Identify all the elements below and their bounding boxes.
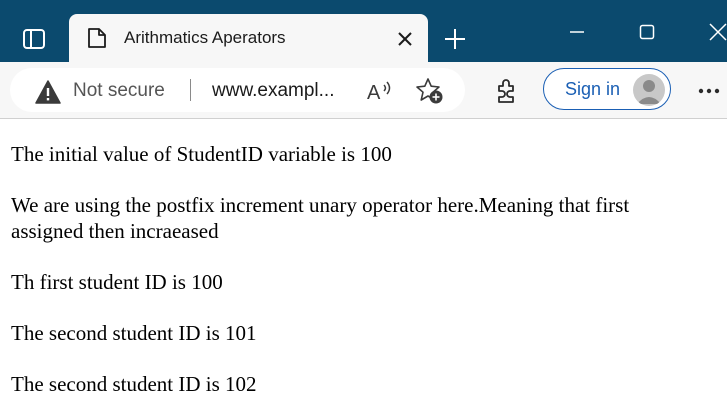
add-favorite-icon[interactable] [415,77,445,105]
security-status[interactable]: Not secure [73,80,165,102]
address-bar[interactable]: Not secure www.exampl... A [10,68,465,112]
tab-title: Arithmatics Aperators [124,28,286,47]
output-line: The second student ID is 101 [11,321,257,345]
new-tab-button[interactable] [440,24,470,54]
sign-in-button[interactable]: Sign in [543,68,671,110]
title-bar: Arithmatics Aperators [0,0,727,62]
more-icon [698,88,720,94]
extensions-icon[interactable] [493,77,521,105]
url-text[interactable]: www.exampl... [212,80,334,102]
profile-avatar-icon [633,74,665,106]
more-button[interactable] [694,77,724,105]
address-separator [190,79,191,101]
tab-close-button[interactable] [394,28,416,50]
svg-text:A: A [367,82,381,103]
active-tab[interactable]: Arithmatics Aperators [69,14,428,62]
maximize-button[interactable] [632,18,662,46]
close-icon [398,32,412,46]
plus-icon [445,29,465,49]
output-line: The second student ID is 102 [11,372,257,396]
browser-window: Arithmatics Aperators Not secure www.exa… [0,0,727,414]
tab-actions-button[interactable] [16,24,52,54]
page-content: The initial value of StudentID variable … [0,119,727,414]
window-close-button[interactable] [703,18,727,46]
maximize-icon [639,24,655,40]
minimize-button[interactable] [562,18,592,46]
output-line: Th first student ID is 100 [11,270,223,294]
close-icon [709,23,727,41]
tab-actions-icon [23,29,45,49]
warning-icon[interactable] [35,80,61,104]
read-aloud-icon[interactable]: A [366,79,394,103]
output-line: The initial value of StudentID variable … [11,142,392,166]
browser-toolbar: Not secure www.exampl... A Sign in [0,62,727,119]
page-icon [88,28,106,48]
sign-in-label: Sign in [565,79,621,99]
minimize-icon [570,31,584,33]
output-line: We are using the postfix increment unary… [11,193,630,243]
